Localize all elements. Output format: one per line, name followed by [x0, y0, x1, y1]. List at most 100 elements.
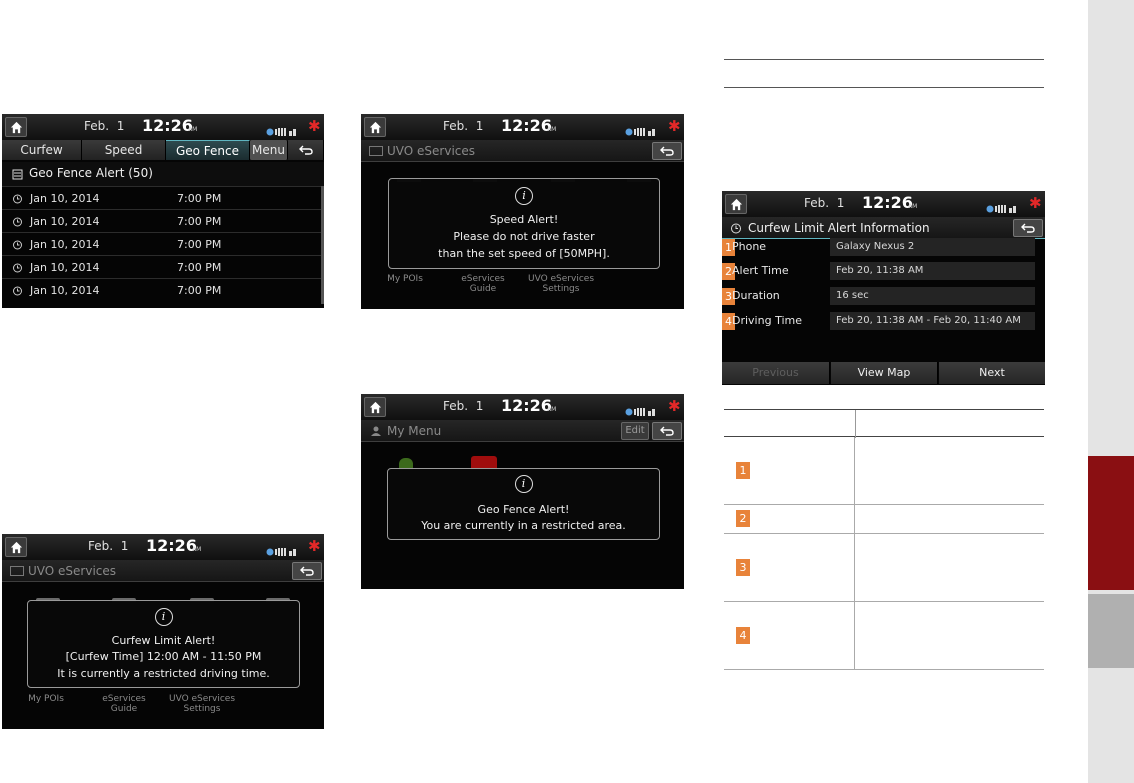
bg-label-my-pois: My POIs	[28, 694, 64, 704]
uvo-logo-icon	[10, 566, 24, 576]
row-date: Jan 10, 2014	[30, 238, 100, 251]
table-cell: 1	[724, 437, 855, 504]
back-icon	[660, 146, 674, 156]
connectivity-icons	[266, 122, 300, 136]
list-item[interactable]: Jan 10, 2014 7:00 PM	[2, 255, 324, 278]
home-button[interactable]	[725, 194, 747, 214]
geofence-list-screen: Feb. 1 12:26 AM ✱ Curfew Speed Geo Fence…	[2, 114, 324, 308]
bg-label-eservices-guide: eServices Guide	[461, 274, 505, 294]
home-button[interactable]	[364, 397, 386, 417]
list-item[interactable]: Jan 10, 2014 7:00 PM	[2, 278, 324, 301]
side-tab-active	[1088, 456, 1134, 590]
table-cell: 2	[724, 505, 855, 533]
bg-label-my-pois: My POIs	[387, 274, 423, 284]
curfew-alert-screen: Feb. 1 12:26 AM ✱ UVO eServices My POIs …	[2, 534, 324, 729]
table-row: 3	[724, 534, 1044, 602]
row-date: Jan 10, 2014	[30, 261, 100, 274]
status-date: Feb. 1	[443, 119, 484, 133]
signal-icon	[625, 408, 655, 416]
divider-bottom	[724, 87, 1044, 88]
back-button[interactable]	[1013, 219, 1043, 237]
page-title: UVO eServices	[387, 144, 476, 158]
home-icon	[369, 401, 381, 413]
page-title: My Menu	[387, 424, 442, 438]
status-ampm: AM	[192, 546, 202, 553]
row-value: Feb 20, 11:38 AM	[830, 262, 1035, 280]
row-label: Driving Time	[732, 314, 802, 327]
title-bar: UVO eServices	[361, 140, 684, 162]
clock-icon	[13, 263, 22, 273]
previous-button[interactable]: Previous	[722, 362, 830, 384]
info-icon: i	[515, 187, 533, 205]
back-icon	[660, 426, 674, 436]
row-date: Jan 10, 2014	[30, 192, 100, 205]
home-icon	[369, 121, 381, 133]
signal-icon	[625, 128, 655, 136]
view-map-button[interactable]: View Map	[831, 362, 938, 384]
home-button[interactable]	[5, 117, 27, 137]
connectivity-icons	[625, 122, 659, 136]
status-time: 12:26	[501, 396, 552, 415]
status-ampm: AM	[547, 406, 557, 413]
alert-star-icon: ✱	[1029, 194, 1042, 212]
tab-speed[interactable]: Speed	[82, 140, 166, 160]
list-scrollbar[interactable]	[321, 186, 324, 304]
status-bar: Feb. 1 12:26 AM ✱	[722, 191, 1045, 217]
list-item[interactable]: Jan 10, 2014 7:00 PM	[2, 186, 324, 209]
home-button[interactable]	[364, 117, 386, 137]
number-badge: 4	[736, 627, 750, 644]
popup-line-2: than the set speed of [50MPH].	[438, 247, 610, 260]
geofence-alert-screen: Feb. 1 12:26 AM ✱ My Menu Edit i Geo Fen…	[361, 394, 684, 589]
list-item[interactable]: Jan 10, 2014 7:00 PM	[2, 209, 324, 232]
signal-icon	[266, 128, 296, 136]
menu-button[interactable]: Menu	[250, 140, 288, 160]
status-date: Feb. 1	[443, 399, 484, 413]
tab-curfew[interactable]: Curfew	[2, 140, 82, 160]
row-time: 7:00 PM	[177, 192, 222, 205]
edit-button[interactable]: Edit	[621, 422, 649, 440]
popup-heading: Curfew Limit Alert!	[111, 634, 216, 647]
status-time: 12:26	[862, 193, 913, 212]
status-date: Feb. 1	[84, 119, 125, 133]
back-icon	[300, 566, 314, 576]
table-row: 4	[724, 602, 1044, 670]
table-header	[724, 409, 1044, 438]
back-button[interactable]	[652, 142, 682, 160]
clock-icon	[13, 240, 22, 250]
tab-geo-fence[interactable]: Geo Fence	[166, 140, 250, 160]
row-value: Feb 20, 11:38 AM - Feb 20, 11:40 AM	[830, 312, 1035, 330]
signal-icon	[266, 548, 296, 556]
status-ampm: AM	[188, 126, 198, 133]
row-value: 16 sec	[830, 287, 1035, 305]
geofence-alert-popup: i Geo Fence Alert! You are currently in …	[387, 468, 660, 540]
alert-star-icon: ✱	[308, 117, 321, 135]
column-divider	[855, 410, 856, 438]
row-label: Phone	[732, 240, 767, 253]
status-ampm: AM	[908, 203, 918, 210]
bg-label-uvo-settings: UVO eServices Settings	[168, 694, 236, 714]
page-title: Curfew Limit Alert Information	[748, 221, 930, 235]
row-label: Alert Time	[732, 264, 789, 277]
row-time: 7:00 PM	[177, 215, 222, 228]
row-date: Jan 10, 2014	[30, 215, 100, 228]
back-button[interactable]	[292, 562, 322, 580]
speed-alert-popup: i Speed Alert! Please do not drive faste…	[388, 178, 660, 269]
row-time: 7:00 PM	[177, 238, 222, 251]
row-label: Duration	[732, 289, 780, 302]
row-value: Galaxy Nexus 2	[830, 238, 1035, 256]
back-icon	[298, 145, 313, 155]
table-cell: 3	[724, 534, 855, 601]
uvo-logo-icon	[369, 146, 383, 156]
next-button[interactable]: Next	[939, 362, 1045, 384]
bg-label-eservices-guide: eServices Guide	[102, 694, 146, 714]
status-time: 12:26	[142, 116, 193, 135]
list-item[interactable]: Jan 10, 2014 7:00 PM	[2, 232, 324, 255]
row-time: 7:00 PM	[177, 261, 222, 274]
home-button[interactable]	[5, 537, 27, 557]
status-date: Feb. 1	[804, 196, 845, 210]
bg-label-uvo-settings: UVO eServices Settings	[527, 274, 595, 294]
back-button[interactable]	[288, 140, 324, 160]
status-bar: Feb. 1 12:26 AM ✱	[361, 114, 684, 140]
status-ampm: AM	[547, 126, 557, 133]
back-button[interactable]	[652, 422, 682, 440]
